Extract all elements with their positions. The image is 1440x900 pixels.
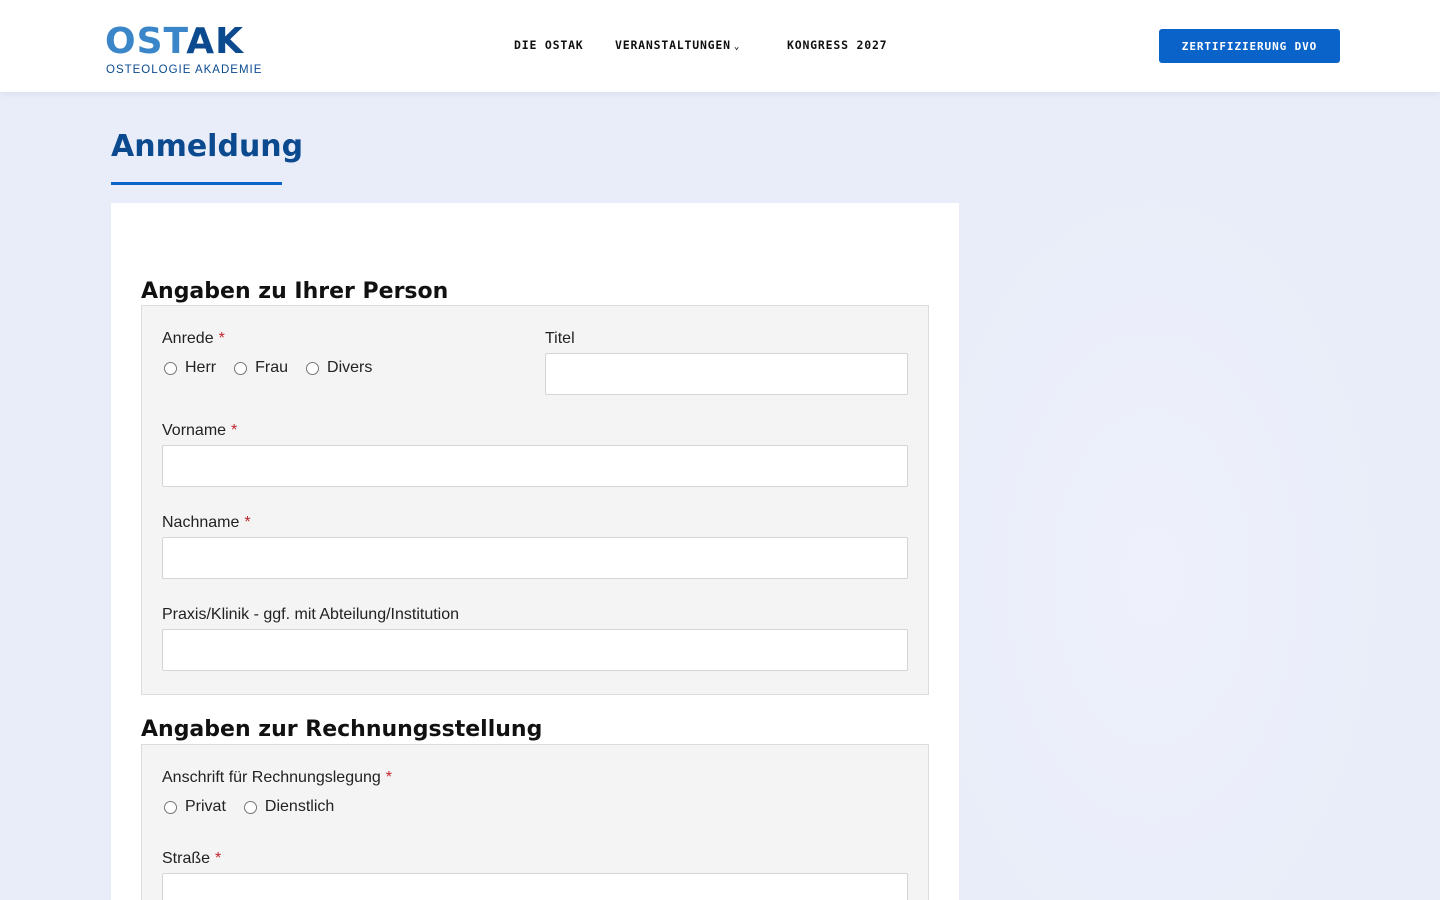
logo-subtitle: OSTEOLOGIE AKADEMIE <box>106 64 263 76</box>
site-header: OSTAK OSTEOLOGIE AKADEMIE DIE OSTAK VERA… <box>0 0 1440 92</box>
background-glow <box>960 92 1440 900</box>
anrede-option-frau[interactable]: Frau <box>232 359 288 377</box>
nav-item-die-ostak[interactable]: DIE OSTAK <box>514 38 584 52</box>
title-underline <box>111 182 282 185</box>
chevron-down-icon: ⌄ <box>733 42 741 52</box>
radio-button[interactable] <box>306 361 320 375</box>
radio-label: Herr <box>185 359 217 376</box>
vorname-label: Vorname * <box>162 422 237 440</box>
strasse-input[interactable] <box>162 873 908 900</box>
required-marker: * <box>218 330 225 347</box>
nachname-input[interactable] <box>162 537 908 579</box>
required-marker: * <box>385 769 393 786</box>
titel-label: Titel <box>545 330 575 347</box>
radio-button[interactable] <box>164 800 177 814</box>
strasse-label-text: Straße <box>162 850 211 867</box>
nav-item-veranstaltungen[interactable]: VERANSTALTUNGEN ⌄ <box>615 38 740 52</box>
section-title-billing: Angaben zur Rechnungsstellung <box>141 717 543 742</box>
person-fieldset: Anrede * Herr Frau Divers Titel Vorname * … <box>141 305 929 695</box>
anrede-radio-group: Herr Frau Divers <box>162 359 388 377</box>
anrede-label-text: Anrede <box>162 330 214 347</box>
vorname-label-text: Vorname <box>162 422 227 439</box>
zertifizierung-dvo-button[interactable]: ZERTIFIZIERUNG DVO <box>1159 29 1340 63</box>
anrede-option-herr[interactable]: Herr <box>162 359 216 377</box>
radio-button[interactable] <box>234 361 248 375</box>
anschrift-option-dienstlich[interactable]: Dienstlich <box>242 798 334 816</box>
anschrift-label-text: Anschrift für Rechnungslegung <box>162 769 381 786</box>
anrede-option-divers[interactable]: Divers <box>304 359 372 377</box>
nachname-label-text: Nachname <box>162 514 240 531</box>
nachname-label: Nachname * <box>162 514 251 532</box>
radio-label: Dienstlich <box>264 798 335 815</box>
page-title: Anmeldung <box>111 129 304 164</box>
nav-item-label: VERANSTALTUNGEN <box>615 38 731 52</box>
vorname-input[interactable] <box>162 445 908 487</box>
radio-label: Frau <box>255 359 289 376</box>
radio-label: Divers <box>327 359 373 376</box>
required-marker: * <box>244 514 251 531</box>
radio-button[interactable] <box>243 800 257 814</box>
titel-input[interactable] <box>545 353 908 395</box>
nav-item-kongress-2027[interactable]: KONGRESS 2027 <box>787 38 887 52</box>
radio-button[interactable] <box>164 361 177 375</box>
billing-fieldset: Anschrift für Rechnungslegung * Privat Di… <box>141 744 929 900</box>
radio-label: Privat <box>185 798 226 815</box>
anschrift-option-privat[interactable]: Privat <box>162 798 226 816</box>
praxis-label: Praxis/Klinik - ggf. mit Abteilung/Insti… <box>162 606 460 623</box>
strasse-label: Straße * <box>162 850 221 868</box>
required-marker: * <box>231 422 238 439</box>
praxis-input[interactable] <box>162 629 908 671</box>
anschrift-radio-group: Privat Dienstlich <box>162 798 350 816</box>
anrede-label: Anrede * <box>162 330 225 348</box>
section-title-person: Angaben zu Ihrer Person <box>141 279 449 304</box>
required-marker: * <box>215 850 222 867</box>
anschrift-label: Anschrift für Rechnungslegung * <box>162 769 392 787</box>
